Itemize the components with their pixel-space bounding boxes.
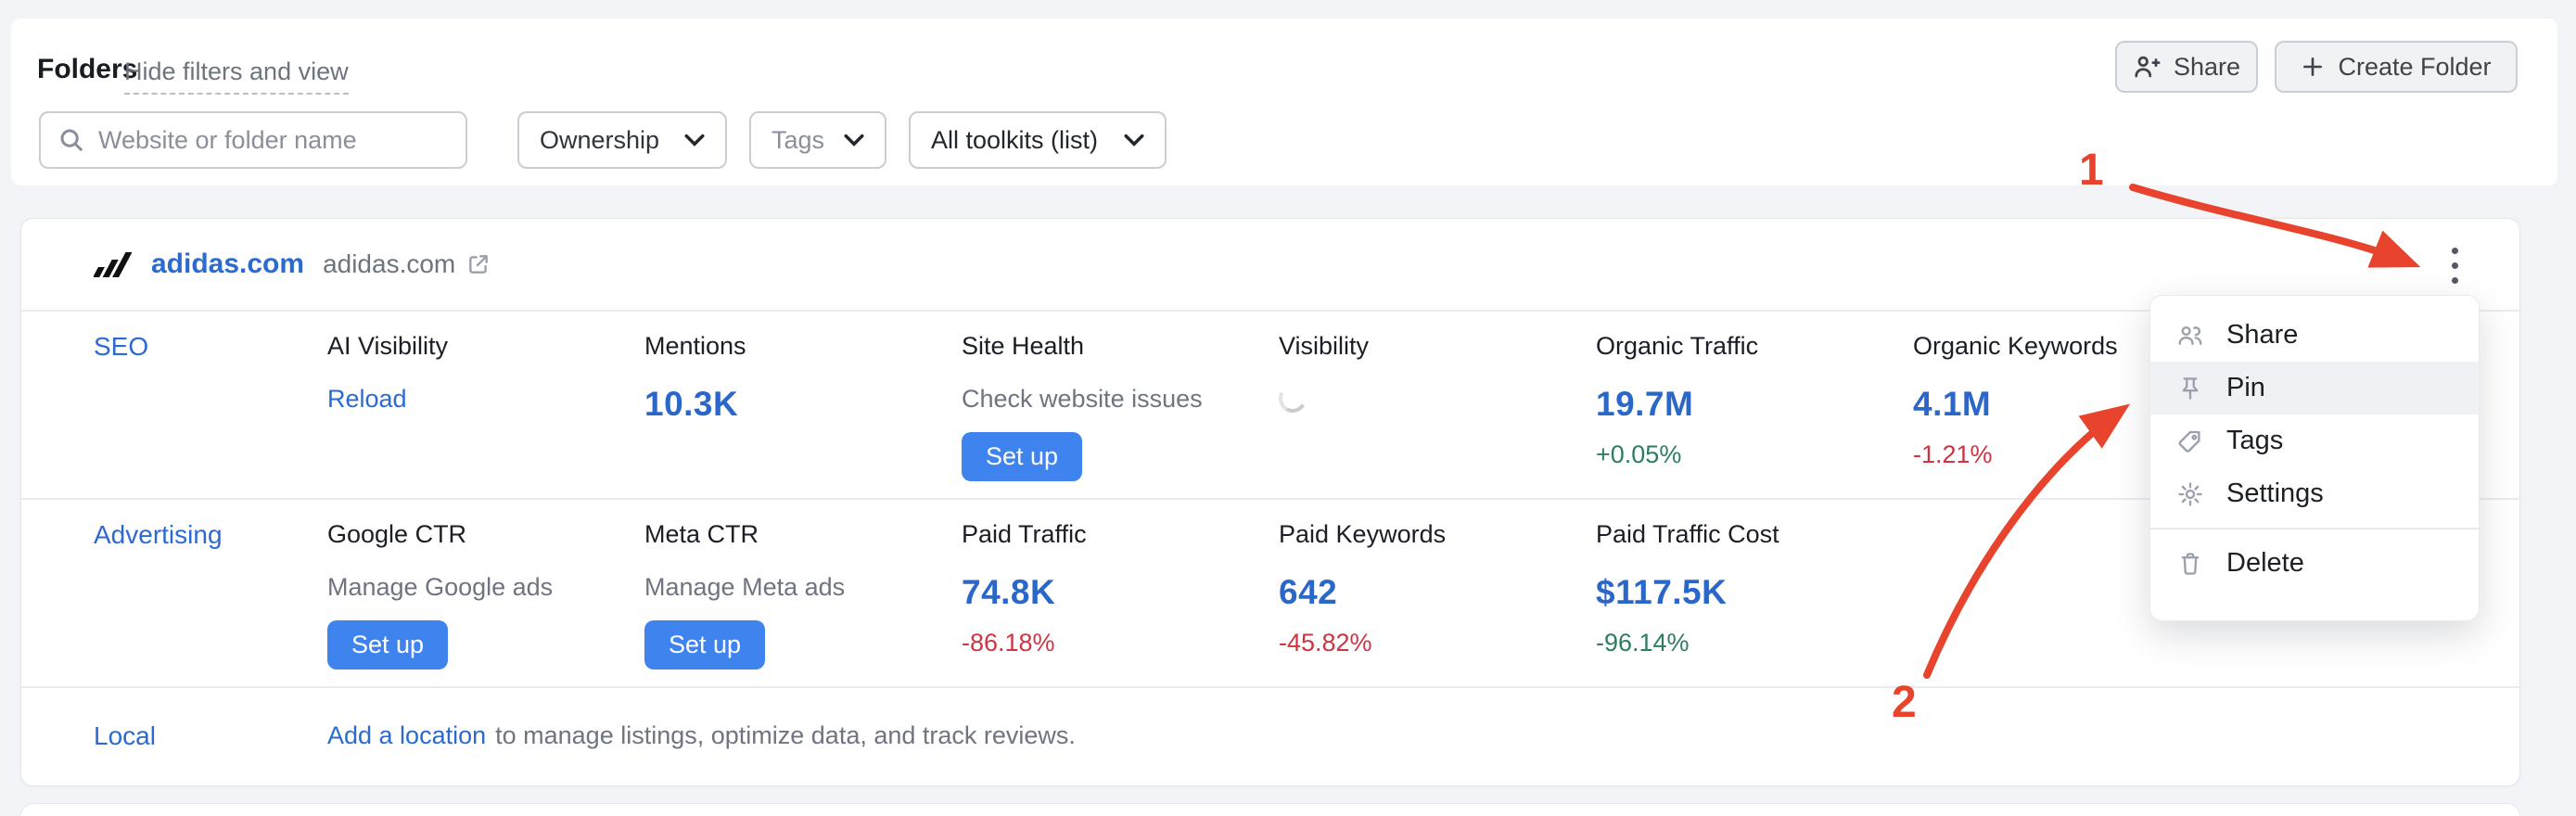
- menu-item-label: Settings: [2226, 478, 2324, 509]
- local-row: Local Add a location to manage listings, …: [21, 688, 2519, 786]
- metric-title: AI Visibility: [327, 332, 644, 361]
- menu-item-label: Tags: [2226, 426, 2283, 456]
- hide-filters-link[interactable]: Hide filters and view: [124, 57, 349, 95]
- metric-cell-paid-traffic-cost: Paid Traffic Cost $117.5K -96.14%: [1596, 520, 1913, 686]
- metric-cell-google-ctr: Google CTR Manage Google ads Set up: [327, 520, 644, 686]
- folder-domain-text: adidas.com: [323, 249, 455, 279]
- tags-dropdown[interactable]: Tags: [749, 111, 886, 169]
- seo-row-link[interactable]: SEO: [94, 332, 327, 498]
- kebab-dot: [2452, 262, 2458, 269]
- advertising-row-link[interactable]: Advertising: [94, 520, 327, 686]
- chevron-down-icon: [1124, 134, 1144, 147]
- adidas-logo-icon: [94, 251, 133, 277]
- metric-value[interactable]: 642: [1279, 573, 1596, 612]
- menu-item-pin[interactable]: Pin: [2150, 362, 2479, 414]
- menu-item-settings[interactable]: Settings: [2150, 467, 2479, 520]
- metric-cell-paid-traffic: Paid Traffic 74.8K -86.18%: [962, 520, 1279, 686]
- person-plus-icon: [2133, 53, 2161, 81]
- metric-change: -96.14%: [1596, 629, 1913, 657]
- pin-icon: [2176, 375, 2204, 402]
- create-folder-button[interactable]: Create Folder: [2275, 41, 2518, 93]
- loading-spinner-icon: [1276, 382, 1310, 416]
- metric-note: Check website issues: [962, 385, 1279, 414]
- next-folder-card-edge: [20, 803, 2520, 816]
- meta-ads-setup-button[interactable]: Set up: [644, 620, 765, 669]
- plus-icon: [2301, 55, 2325, 79]
- toolkits-dropdown[interactable]: All toolkits (list): [909, 111, 1167, 169]
- folder-actions-menu: Share Pin Tags Settings: [2149, 295, 2480, 621]
- metric-value[interactable]: 19.7M: [1596, 385, 1913, 424]
- ownership-dropdown[interactable]: Ownership: [517, 111, 727, 169]
- chevron-down-icon: [684, 134, 705, 147]
- google-ads-setup-button[interactable]: Set up: [327, 620, 448, 669]
- metric-title: Paid Traffic: [962, 520, 1279, 549]
- menu-item-label: Pin: [2226, 373, 2265, 403]
- metric-title: Meta CTR: [644, 520, 962, 549]
- metric-title: Google CTR: [327, 520, 644, 549]
- menu-item-share[interactable]: Share: [2150, 309, 2479, 362]
- metric-cell-ai-visibility: AI Visibility Reload: [327, 332, 644, 498]
- reload-link[interactable]: Reload: [327, 385, 644, 414]
- seo-row: SEO AI Visibility Reload Mentions 10.3K …: [21, 312, 2519, 500]
- metric-change: -45.82%: [1279, 629, 1596, 657]
- metric-cell-mentions: Mentions 10.3K: [644, 332, 962, 498]
- menu-item-label: Delete: [2226, 548, 2304, 579]
- local-row-text: to manage listings, optimize data, and t…: [495, 721, 1076, 749]
- tags-dropdown-label: Tags: [772, 126, 824, 155]
- page-title: Folders: [37, 54, 137, 85]
- kebab-dot: [2452, 248, 2458, 254]
- kebab-dot: [2452, 277, 2458, 284]
- tag-icon: [2176, 427, 2204, 455]
- local-row-content: Add a location to manage listings, optimi…: [327, 721, 1076, 786]
- metric-title: Paid Keywords: [1279, 520, 1596, 549]
- gear-icon: [2176, 480, 2204, 508]
- metric-title: Organic Traffic: [1596, 332, 1913, 361]
- menu-item-delete[interactable]: Delete: [2150, 537, 2479, 590]
- metric-note: Manage Google ads: [327, 573, 644, 602]
- site-health-setup-button[interactable]: Set up: [962, 432, 1082, 481]
- ownership-dropdown-label: Ownership: [540, 126, 659, 155]
- search-box[interactable]: [39, 111, 467, 169]
- search-input[interactable]: [98, 126, 449, 155]
- local-row-link[interactable]: Local: [94, 721, 327, 786]
- trash-icon: [2176, 550, 2204, 578]
- metric-cell-organic-traffic: Organic Traffic 19.7M +0.05%: [1596, 332, 1913, 498]
- menu-separator: [2150, 528, 2479, 529]
- metric-cell-meta-ctr: Meta CTR Manage Meta ads Set up: [644, 520, 962, 686]
- metric-title: Visibility: [1279, 332, 1596, 361]
- folder-card-adidas: adidas.com adidas.com SEO AI Visibility …: [20, 218, 2520, 786]
- folder-name-link[interactable]: adidas.com: [151, 249, 304, 280]
- share-users-icon: [2176, 322, 2204, 350]
- metric-title: Mentions: [644, 332, 962, 361]
- share-button-label: Share: [2174, 53, 2240, 82]
- menu-item-label: Share: [2226, 320, 2298, 351]
- share-button[interactable]: Share: [2115, 41, 2258, 93]
- metric-title: Paid Traffic Cost: [1596, 520, 1913, 549]
- menu-item-tags[interactable]: Tags: [2150, 414, 2479, 467]
- external-link-icon: [466, 252, 491, 276]
- metric-title: Site Health: [962, 332, 1279, 361]
- toolkits-dropdown-label: All toolkits (list): [931, 126, 1098, 155]
- advertising-row: Advertising Google CTR Manage Google ads…: [21, 500, 2519, 688]
- metric-note: Manage Meta ads: [644, 573, 962, 602]
- folder-domain-link[interactable]: adidas.com: [323, 249, 491, 279]
- metric-value[interactable]: $117.5K: [1596, 573, 1913, 612]
- chevron-down-icon: [844, 134, 864, 147]
- folder-more-actions-button[interactable]: [2434, 245, 2475, 286]
- add-location-link[interactable]: Add a location: [327, 721, 486, 749]
- search-icon: [57, 126, 85, 154]
- filters-panel: Folders Hide filters and view Ownership …: [11, 19, 2557, 185]
- create-folder-button-label: Create Folder: [2338, 53, 2491, 82]
- metric-cell-site-health: Site Health Check website issues Set up: [962, 332, 1279, 498]
- metric-change: -86.18%: [962, 629, 1279, 657]
- metric-cell-paid-keywords: Paid Keywords 642 -45.82%: [1279, 520, 1596, 686]
- metric-value[interactable]: 74.8K: [962, 573, 1279, 612]
- metric-change: +0.05%: [1596, 440, 1913, 469]
- metric-value[interactable]: 10.3K: [644, 385, 962, 424]
- folder-card-header: adidas.com adidas.com: [21, 219, 2519, 312]
- metric-cell-visibility: Visibility: [1279, 332, 1596, 498]
